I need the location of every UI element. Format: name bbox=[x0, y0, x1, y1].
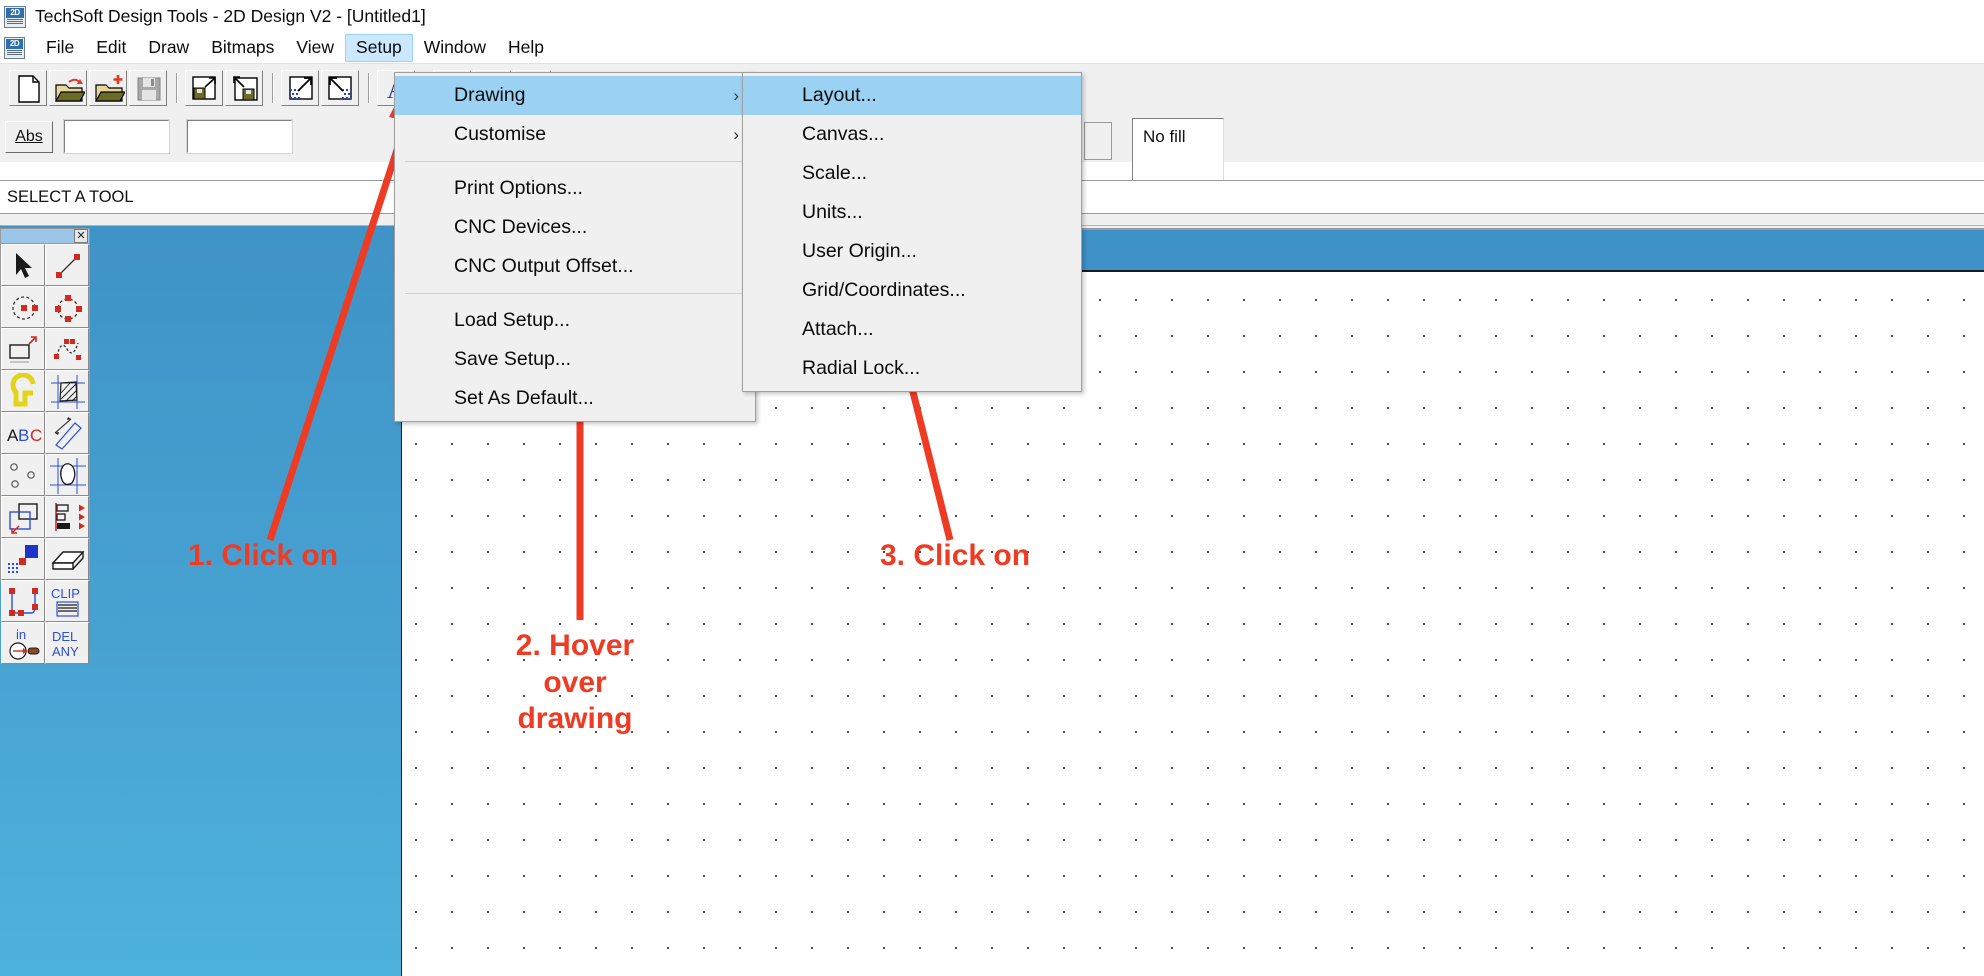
node-edit-tool[interactable] bbox=[1, 580, 45, 622]
drawing-submenu: Layout... Canvas... Scale... Units... Us… bbox=[742, 72, 1082, 392]
fill-colour-tool[interactable] bbox=[1, 538, 45, 580]
menu-item-cnc-devices[interactable]: CNC Devices... bbox=[395, 208, 755, 247]
abs-button-label: Abs bbox=[15, 127, 43, 145]
menu-window[interactable]: Window bbox=[413, 34, 497, 62]
submenu-item-units[interactable]: Units... bbox=[743, 193, 1081, 232]
svg-text:B: B bbox=[18, 426, 29, 445]
trace-outline-tool[interactable] bbox=[45, 454, 89, 496]
svg-text:ANY: ANY bbox=[52, 644, 79, 659]
load-into-selection-icon[interactable] bbox=[225, 69, 263, 106]
svg-text:C: C bbox=[30, 426, 42, 445]
export-bitmap-icon[interactable] bbox=[281, 69, 319, 106]
title-bar: 2D TechSoft Design Tools - 2D Design V2 … bbox=[0, 0, 1984, 33]
submenu-item-grid-coordinates[interactable]: Grid/Coordinates... bbox=[743, 271, 1081, 310]
annotation-step-2: 2. Hover over drawing bbox=[515, 629, 635, 736]
document-2d-icon[interactable]: 2D bbox=[4, 37, 25, 59]
application-window: 2D TechSoft Design Tools - 2D Design V2 … bbox=[0, 0, 1984, 976]
tool-palette: ✕ A B C CLIP in DEL ANY bbox=[0, 228, 90, 664]
arc-tool[interactable] bbox=[45, 286, 89, 328]
x-coordinate-input[interactable] bbox=[63, 119, 170, 154]
app-2d-icon: 2D bbox=[4, 5, 26, 28]
y-coordinate-input[interactable] bbox=[186, 119, 293, 154]
clip-tool[interactable]: CLIP bbox=[45, 580, 89, 622]
transform-tool[interactable] bbox=[1, 496, 45, 538]
palette-tool-grid: A B C CLIP in DEL ANY bbox=[1, 244, 89, 664]
menu-item-cnc-output-offset[interactable]: CNC Output Offset... bbox=[395, 247, 755, 286]
document-icon-label: 2D bbox=[6, 39, 23, 49]
fill-swatch-button[interactable] bbox=[1084, 122, 1112, 160]
chevron-right-icon: › bbox=[733, 125, 739, 144]
svg-text:DEL: DEL bbox=[52, 629, 77, 644]
isometric-box-tool[interactable] bbox=[45, 538, 89, 580]
open-file-icon[interactable] bbox=[49, 69, 87, 106]
outline-text-tool[interactable] bbox=[1, 370, 45, 412]
circle-tool[interactable] bbox=[1, 286, 45, 328]
chevron-right-icon: › bbox=[733, 86, 739, 105]
delete-any-tool[interactable]: DEL ANY bbox=[45, 622, 89, 664]
hatch-fill-tool[interactable] bbox=[45, 370, 89, 412]
menu-item-drawing[interactable]: Drawing › bbox=[395, 76, 755, 115]
palette-title-bar[interactable]: ✕ bbox=[1, 229, 89, 244]
menu-item-load-setup[interactable]: Load Setup... bbox=[395, 301, 755, 340]
window-title: TechSoft Design Tools - 2D Design V2 - [… bbox=[35, 6, 426, 26]
submenu-item-radial-lock[interactable]: Radial Lock... bbox=[743, 349, 1081, 388]
menu-item-set-as-default[interactable]: Set As Default... bbox=[395, 379, 755, 418]
rectangle-tool[interactable] bbox=[1, 328, 45, 370]
menu-bitmaps[interactable]: Bitmaps bbox=[200, 34, 285, 62]
menu-item-print-options[interactable]: Print Options... bbox=[395, 169, 755, 208]
app-icon-lines bbox=[7, 18, 23, 25]
annotation-step-3: 3. Click on bbox=[880, 539, 1031, 572]
measure-tool[interactable]: in bbox=[1, 622, 45, 664]
select-arrow-tool[interactable] bbox=[1, 244, 45, 286]
new-file-icon[interactable] bbox=[9, 69, 47, 106]
menu-separator bbox=[405, 161, 745, 162]
svg-text:CLIP: CLIP bbox=[51, 586, 80, 601]
menu-item-customise-label: Customise bbox=[454, 123, 547, 145]
menu-bar: 2D File Edit Draw Bitmaps View Setup Win… bbox=[0, 33, 1984, 63]
annotation-step-1: 1. Click on bbox=[188, 539, 339, 572]
save-file-icon[interactable] bbox=[129, 69, 167, 106]
menu-separator bbox=[405, 293, 745, 294]
submenu-item-attach[interactable]: Attach... bbox=[743, 310, 1081, 349]
menu-view[interactable]: View bbox=[285, 34, 345, 62]
abs-mode-button[interactable]: Abs bbox=[5, 120, 53, 153]
svg-text:in: in bbox=[16, 627, 26, 642]
dimension-tool[interactable] bbox=[45, 412, 89, 454]
menu-setup[interactable]: Setup bbox=[345, 34, 413, 62]
scatter-points-tool[interactable] bbox=[1, 454, 45, 496]
menu-item-save-setup[interactable]: Save Setup... bbox=[395, 340, 755, 379]
menu-draw[interactable]: Draw bbox=[137, 34, 200, 62]
abc-text-tool[interactable]: A B C bbox=[1, 412, 45, 454]
submenu-item-layout[interactable]: Layout... bbox=[743, 76, 1081, 115]
align-tool[interactable] bbox=[45, 496, 89, 538]
import-file-icon[interactable] bbox=[89, 69, 127, 106]
app-icon-label: 2D bbox=[6, 7, 24, 18]
menu-help[interactable]: Help bbox=[497, 34, 555, 62]
save-selection-icon[interactable] bbox=[185, 69, 223, 106]
submenu-item-canvas[interactable]: Canvas... bbox=[743, 115, 1081, 154]
menu-item-drawing-label: Drawing bbox=[454, 84, 526, 106]
close-icon[interactable]: ✕ bbox=[74, 229, 88, 243]
import-bitmap-icon[interactable] bbox=[321, 69, 359, 106]
line-tool[interactable] bbox=[45, 244, 89, 286]
submenu-item-scale[interactable]: Scale... bbox=[743, 154, 1081, 193]
setup-dropdown-menu: Drawing › Customise › Print Options... C… bbox=[394, 72, 756, 422]
document-icon-lines bbox=[7, 50, 22, 56]
menu-file[interactable]: File bbox=[35, 34, 85, 62]
status-message: SELECT A TOOL bbox=[7, 187, 134, 206]
menu-edit[interactable]: Edit bbox=[85, 34, 137, 62]
submenu-item-user-origin[interactable]: User Origin... bbox=[743, 232, 1081, 271]
menu-item-customise[interactable]: Customise › bbox=[395, 115, 755, 154]
curve-tool[interactable] bbox=[45, 328, 89, 370]
